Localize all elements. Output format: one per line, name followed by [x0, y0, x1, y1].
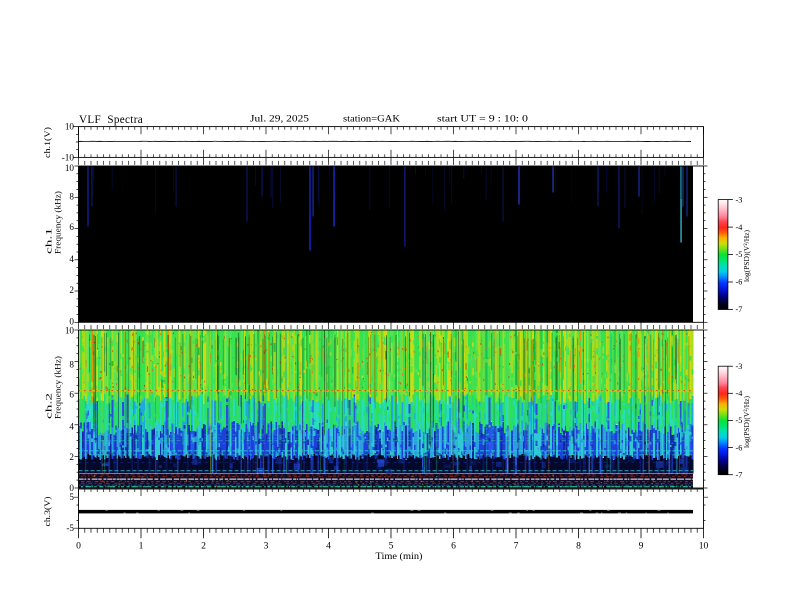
svg-text:2: 2: [69, 285, 74, 295]
svg-text:-3: -3: [736, 195, 743, 204]
svg-text:start UT = 9 : 10: 0: start UT = 9 : 10: 0: [437, 114, 528, 124]
svg-text:VLF Spectra: VLF Spectra: [79, 113, 143, 126]
svg-text:10: 10: [65, 163, 75, 173]
svg-text:10: 10: [65, 326, 75, 336]
svg-text:Frequency (kHz): Frequency (kHz): [53, 191, 63, 254]
svg-text:-7: -7: [736, 470, 743, 479]
svg-text:4: 4: [69, 254, 74, 264]
svg-text:0: 0: [76, 541, 81, 552]
svg-text:ch.3(V): ch.3(V): [42, 496, 52, 526]
svg-text:-10: -10: [62, 153, 75, 163]
svg-text:3: 3: [264, 541, 269, 552]
svg-text:5: 5: [69, 492, 74, 502]
svg-text:6: 6: [69, 222, 74, 232]
svg-text:6: 6: [69, 390, 74, 400]
svg-text:8: 8: [576, 541, 581, 552]
svg-text:-5: -5: [66, 523, 74, 533]
svg-text:2: 2: [69, 452, 74, 462]
svg-text:8: 8: [69, 191, 74, 201]
svg-text:2: 2: [201, 541, 206, 552]
svg-text:1: 1: [139, 541, 144, 552]
svg-text:-7: -7: [736, 305, 743, 314]
svg-text:log(PSD)(V²/Hz): log(PSD)(V²/Hz): [742, 230, 751, 282]
svg-text:7: 7: [514, 541, 519, 552]
svg-text:4: 4: [326, 541, 331, 552]
svg-text:Time (min): Time (min): [376, 551, 423, 562]
svg-text:Jul. 29, 2025: Jul. 29, 2025: [250, 114, 309, 124]
svg-text:station=GAK: station=GAK: [343, 114, 400, 124]
svg-text:8: 8: [69, 360, 74, 370]
svg-text:9: 9: [639, 541, 644, 552]
svg-text:-3: -3: [736, 362, 743, 371]
svg-text:10: 10: [65, 122, 75, 132]
svg-text:Frequency (kHz): Frequency (kHz): [53, 356, 63, 419]
svg-text:6: 6: [451, 541, 456, 552]
svg-text:10: 10: [699, 541, 709, 552]
svg-text:log(PSD)(V²/Hz): log(PSD)(V²/Hz): [742, 396, 751, 448]
svg-text:ch.1(V): ch.1(V): [42, 127, 52, 158]
svg-text:4: 4: [69, 421, 74, 431]
